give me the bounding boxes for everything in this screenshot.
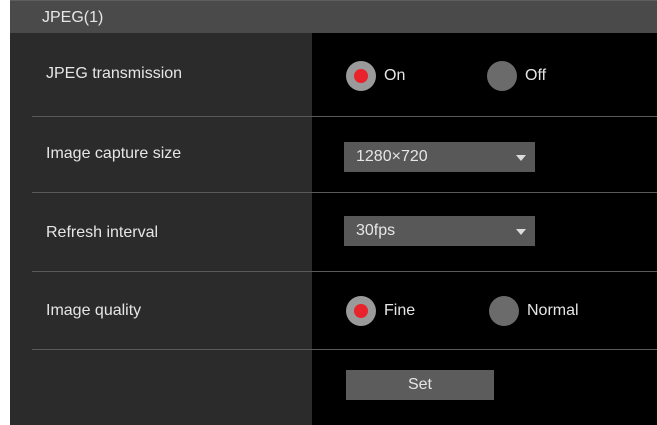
section-header: JPEG(1)	[10, 0, 657, 33]
image-capture-size-value: 1280×720	[356, 148, 428, 165]
radio-unselected-indicator	[487, 61, 517, 91]
row-divider	[32, 192, 657, 193]
image-quality-label: Image quality	[46, 302, 142, 319]
refresh-interval-label: Refresh interval	[46, 224, 159, 241]
row-divider	[32, 349, 657, 350]
radio-unselected-indicator	[489, 296, 519, 326]
image-capture-size-label: Image capture size	[46, 145, 182, 162]
chevron-down-icon	[516, 155, 526, 161]
image-quality-normal-radio[interactable]: Normal	[489, 296, 579, 326]
radio-dot	[354, 304, 368, 318]
chevron-down-icon	[516, 229, 526, 235]
image-quality-normal-label: Normal	[527, 302, 579, 319]
row-divider	[32, 116, 657, 117]
jpeg-transmission-off-label: Off	[525, 67, 547, 84]
row-divider	[32, 271, 657, 272]
radio-dot	[354, 69, 368, 83]
set-button[interactable]: Set	[346, 370, 494, 400]
radio-selected-indicator	[346, 61, 376, 91]
radio-selected-indicator	[346, 296, 376, 326]
jpeg-settings-panel: JPEG(1) JPEG transmission On Off Image c…	[10, 0, 657, 425]
image-quality-fine-label: Fine	[384, 302, 416, 319]
refresh-interval-value: 30fps	[356, 222, 396, 239]
image-capture-size-select[interactable]: 1280×720	[344, 142, 535, 172]
jpeg-transmission-label: JPEG transmission	[46, 65, 183, 82]
jpeg-transmission-on-label: On	[384, 67, 406, 84]
jpeg-transmission-on-radio[interactable]: On	[346, 61, 405, 91]
refresh-interval-select[interactable]: 30fps	[344, 216, 535, 246]
section-title: JPEG(1)	[42, 9, 104, 26]
jpeg-transmission-off-radio[interactable]: Off	[487, 61, 546, 91]
image-quality-fine-radio[interactable]: Fine	[346, 296, 415, 326]
